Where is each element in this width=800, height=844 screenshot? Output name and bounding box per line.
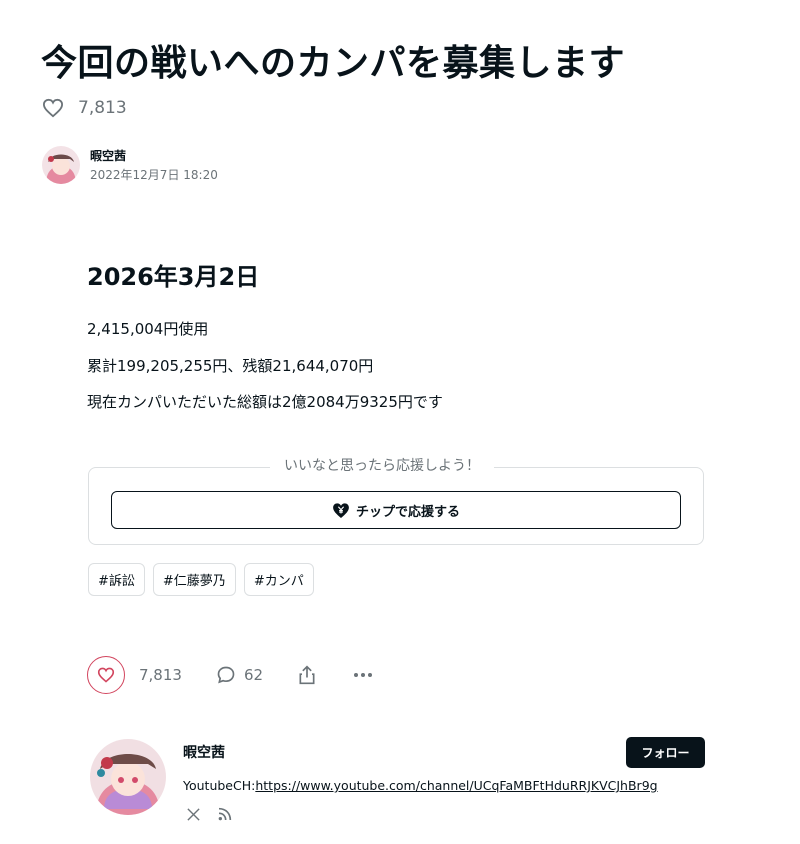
author-avatar[interactable] (42, 146, 80, 184)
follow-button[interactable]: フォロー (626, 737, 705, 768)
like-count[interactable]: 7,813 (139, 666, 182, 684)
tag[interactable]: #カンパ (243, 563, 314, 596)
body-line: 2,415,004円使用 (87, 320, 209, 338)
action-bar: 7,813 62 (87, 656, 373, 694)
creator-name[interactable]: 暇空茜 (183, 742, 225, 762)
tag[interactable]: #仁藤夢乃 (152, 563, 236, 596)
author-info[interactable]: 暇空茜 2022年12月7日 18:20 (42, 146, 218, 184)
top-like[interactable]: 7,813 (42, 98, 127, 118)
comment-icon (217, 666, 235, 684)
share-button[interactable] (297, 664, 317, 686)
article-title: 今回の戦いへのカンパを募集します (41, 43, 626, 84)
more-button[interactable] (353, 672, 373, 678)
body-line: 累計199,205,255円、残額21,644,070円 (87, 357, 374, 375)
heart-icon (97, 667, 115, 683)
bio-prefix: YoutubeCH: (183, 778, 256, 793)
creator-avatar[interactable] (90, 739, 166, 815)
tip-button-label: チップで応援する (355, 504, 460, 520)
share-icon (299, 665, 315, 685)
top-like-count: 7,813 (78, 98, 127, 118)
rss-icon[interactable] (217, 806, 233, 822)
tag-list: #訴訟 #仁藤夢乃 #カンパ (88, 563, 314, 596)
tag[interactable]: #訴訟 (88, 563, 145, 596)
tip-button[interactable]: チップで応援する (111, 491, 681, 529)
author-name[interactable]: 暇空茜 (90, 147, 218, 164)
more-icon (354, 673, 373, 677)
youtube-link[interactable]: https://www.youtube.com/channel/UCqFaMBF… (255, 778, 657, 793)
comment-button[interactable]: 62 (216, 665, 263, 685)
comment-count: 62 (243, 666, 264, 684)
yen-heart-icon (333, 502, 349, 518)
body-line: 現在カンパいただいた総額は2億2084万9325円です (87, 393, 443, 411)
x-icon[interactable] (186, 807, 201, 822)
content-heading: 2026年3月2日 (87, 263, 260, 291)
creator-bio: YoutubeCH:https://www.youtube.com/channe… (183, 778, 658, 793)
like-button[interactable] (87, 656, 125, 694)
social-links (186, 806, 233, 822)
heart-icon[interactable] (42, 98, 64, 118)
publish-date: 2022年12月7日 18:20 (90, 168, 218, 182)
support-label: いいなと思ったら応援しよう！ (270, 455, 494, 475)
